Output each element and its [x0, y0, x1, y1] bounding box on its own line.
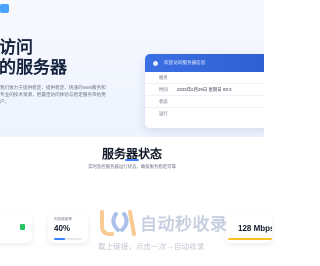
- card-value: 40%: [54, 224, 71, 233]
- hero-description: 我们致力于提供稳定、提供稳定、快速的Web服务和专业的技术资源，把最佳访问体验与…: [0, 85, 106, 104]
- panel-row: 状态: [145, 96, 264, 108]
- panel-row: 时间 2025年6月29日 星期日 08:3: [145, 84, 264, 96]
- status-card-memory: 内存使用率 40%: [48, 213, 88, 243]
- status-card-cpu: [0, 213, 32, 243]
- watermark-logo-icon: [100, 210, 136, 236]
- panel-row-key: 状态: [159, 98, 168, 104]
- dot-icon: [153, 60, 158, 66]
- panel-row-value: 2025年6月29日 星期日 08:3: [177, 86, 232, 92]
- panel-row-key: 运行: [159, 111, 168, 116]
- panel-row-key: 服务: [159, 74, 168, 80]
- hero-title-line2: 的服务器: [0, 58, 67, 77]
- panel-row: 服务: [145, 72, 264, 84]
- watermark-title: 自动秒收录: [140, 215, 228, 234]
- panel-header: 欢迎访问服务器信息: [145, 54, 264, 72]
- panel-row-key: 时间: [159, 86, 168, 92]
- hero-title-line1: 访问: [0, 38, 33, 57]
- memory-progress-fill: [54, 238, 66, 240]
- status-section-subtitle: 实时监控服务器运行状态，确保服务稳定可靠: [88, 164, 176, 169]
- card-value: 128 Mbps: [238, 224, 272, 233]
- title-underline: [125, 159, 139, 161]
- brand-logo[interactable]: [0, 4, 20, 14]
- bandwidth-bar: [228, 238, 272, 240]
- memory-progress-bar: [54, 238, 82, 240]
- status-indicator-icon: [20, 224, 25, 230]
- logo-icon: [0, 4, 9, 13]
- panel-header-text: 欢迎访问服务器信息: [164, 60, 206, 65]
- watermark-subtitle: 载上链接，点击一次→自动收录: [98, 242, 205, 251]
- status-card-bandwidth: 128 Mbps: [226, 213, 272, 243]
- card-label: 内存使用率: [54, 217, 72, 221]
- server-info-panel: 欢迎访问服务器信息 服务 时间 2025年6月29日 星期日 08:3 状态 运…: [145, 54, 264, 128]
- hero-section: 访问 的服务器 我们致力于提供稳定、提供稳定、快速的Web服务和专业的技术资源，…: [0, 0, 264, 137]
- panel-row: 运行: [145, 108, 264, 120]
